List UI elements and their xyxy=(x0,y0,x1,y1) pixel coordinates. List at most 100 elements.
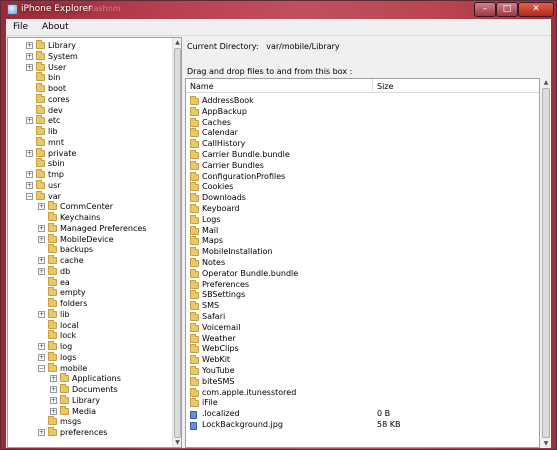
list-item[interactable]: Preferences xyxy=(188,279,538,291)
list-item[interactable]: SBSettings xyxy=(188,290,538,301)
menu-about[interactable]: About xyxy=(42,22,69,32)
list-item[interactable]: AppBackup xyxy=(188,106,538,118)
list-item[interactable]: Mail xyxy=(188,225,538,237)
list-item[interactable]: SMS xyxy=(188,301,538,312)
list-item[interactable]: Keyboard xyxy=(188,204,538,215)
column-header-name[interactable]: Name xyxy=(190,82,214,91)
tree-item[interactable]: + tmp xyxy=(26,169,64,181)
expand-icon[interactable]: + xyxy=(38,310,45,318)
list-scroll-thumb[interactable] xyxy=(542,88,550,438)
scroll-down-icon[interactable]: ▼ xyxy=(173,438,181,447)
maximize-button[interactable]: □ xyxy=(496,2,518,17)
expand-icon[interactable]: + xyxy=(26,149,33,157)
tree-item[interactable]: lock xyxy=(38,330,76,342)
file-list[interactable]: Name Size AddressBook AppBackup Caches Cale… xyxy=(185,78,540,448)
expand-icon[interactable]: + xyxy=(26,42,33,49)
tree-item[interactable]: + cache xyxy=(38,255,84,267)
tree-item[interactable]: + private xyxy=(26,147,76,160)
column-header-size[interactable]: Size xyxy=(377,82,393,91)
expand-icon[interactable]: + xyxy=(50,386,57,393)
tree-item[interactable]: + etc xyxy=(26,115,60,127)
list-item[interactable]: Carrier Bundle.bundle xyxy=(188,150,538,161)
column-divider[interactable] xyxy=(372,79,373,93)
list-item[interactable]: Notes xyxy=(188,258,538,269)
expand-icon[interactable]: + xyxy=(26,63,33,71)
tree-item[interactable]: + logs xyxy=(38,351,76,364)
tree-scrollbar[interactable]: ▲ ▼ xyxy=(172,38,181,447)
list-item[interactable]: CallHistory xyxy=(188,139,538,150)
list-item[interactable]: .localized 0 B xyxy=(188,409,538,420)
tree-item[interactable]: + usr xyxy=(26,179,61,192)
list-item[interactable]: Safari xyxy=(188,312,538,323)
expand-icon[interactable]: + xyxy=(38,203,45,211)
expand-icon[interactable]: + xyxy=(38,224,45,232)
tree-item[interactable]: + System xyxy=(26,50,78,63)
expand-icon[interactable]: + xyxy=(38,267,45,275)
collapse-icon[interactable]: − xyxy=(38,364,45,372)
tree-scroll-thumb[interactable] xyxy=(174,48,181,438)
list-item[interactable]: Maps xyxy=(188,236,538,247)
list-item[interactable]: LockBackground.jpg 58 KB xyxy=(188,420,538,431)
expand-icon[interactable]: + xyxy=(38,343,45,350)
tree-item[interactable]: + log xyxy=(38,341,72,353)
minimize-button[interactable]: – xyxy=(474,2,496,17)
expand-icon[interactable]: + xyxy=(26,171,33,178)
expand-icon[interactable]: + xyxy=(50,396,57,404)
list-item[interactable]: Logs xyxy=(188,214,538,226)
list-item[interactable]: AddressBook xyxy=(188,96,538,107)
expand-icon[interactable]: + xyxy=(26,52,33,60)
scroll-up-icon[interactable]: ▲ xyxy=(541,78,551,87)
list-item[interactable]: Calendar xyxy=(188,128,538,139)
tree-item[interactable]: folders xyxy=(38,298,87,310)
collapse-icon[interactable]: − xyxy=(26,192,33,200)
list-item[interactable]: ConfigurationProfiles xyxy=(188,171,538,183)
tree-item[interactable]: + User xyxy=(26,61,66,74)
expand-icon[interactable]: + xyxy=(50,375,57,383)
scroll-up-icon[interactable]: ▲ xyxy=(173,38,181,47)
list-item[interactable]: com.apple.itunesstored xyxy=(188,387,538,399)
list-scrollbar[interactable]: ▲ ▼ xyxy=(541,78,551,448)
tree-item[interactable]: + Library xyxy=(50,394,100,407)
tree-item[interactable]: msgs xyxy=(38,416,81,428)
list-item[interactable]: Operator Bundle.bundle xyxy=(188,268,538,280)
list-item[interactable]: Voicemail xyxy=(188,322,538,334)
expand-icon[interactable]: + xyxy=(38,429,45,436)
tree-item[interactable]: cores xyxy=(26,93,70,106)
expand-icon[interactable]: + xyxy=(38,353,45,361)
tree-item[interactable]: bin xyxy=(26,72,60,84)
tree-item[interactable]: local xyxy=(38,319,79,332)
title-bar[interactable]: iPhone Explorer iRashnm – □ ✕ xyxy=(1,1,556,19)
list-item[interactable]: Weather xyxy=(188,333,538,345)
list-item[interactable]: WebKit xyxy=(188,355,538,366)
tree-item[interactable]: backups xyxy=(38,244,93,256)
list-item[interactable]: biteSMS xyxy=(188,376,538,388)
expand-icon[interactable]: + xyxy=(38,257,45,264)
list-item[interactable]: Cookies xyxy=(188,182,538,193)
menu-file[interactable]: File xyxy=(13,22,28,32)
folder-tree[interactable]: ▲ ▼ + Library + System + User bin boot cores dev +… xyxy=(7,37,182,448)
tree-item[interactable]: dev xyxy=(26,104,63,117)
expand-icon[interactable]: + xyxy=(50,407,57,415)
list-item[interactable]: WebClips xyxy=(188,344,538,355)
expand-icon[interactable]: + xyxy=(26,181,33,189)
list-item[interactable]: MobileInstallation xyxy=(188,247,538,258)
close-button[interactable]: ✕ xyxy=(518,2,554,17)
tree-item[interactable]: + preferences xyxy=(38,427,107,439)
list-item[interactable]: YouTube xyxy=(188,366,538,377)
tree-item[interactable]: boot xyxy=(26,83,66,95)
list-item[interactable]: Caches xyxy=(188,117,538,129)
list-item[interactable]: Downloads xyxy=(188,193,538,204)
tree-item[interactable]: + Library xyxy=(26,40,76,52)
list-item[interactable]: Carrier Bundles xyxy=(188,160,538,172)
tree-item[interactable]: − var xyxy=(26,190,61,203)
tree-item[interactable]: mnt xyxy=(26,136,64,149)
tree-item[interactable]: empty xyxy=(38,287,86,299)
expand-icon[interactable]: + xyxy=(38,235,45,243)
scroll-down-icon[interactable]: ▼ xyxy=(541,439,551,448)
tree-item[interactable]: + Media xyxy=(50,405,96,418)
expand-icon[interactable]: + xyxy=(26,117,33,125)
tree-item[interactable]: sbin xyxy=(26,158,65,170)
list-item[interactable]: iFile xyxy=(188,398,538,409)
tree-item[interactable]: + db xyxy=(38,265,70,278)
tree-item[interactable]: + Managed Preferences xyxy=(38,222,146,235)
